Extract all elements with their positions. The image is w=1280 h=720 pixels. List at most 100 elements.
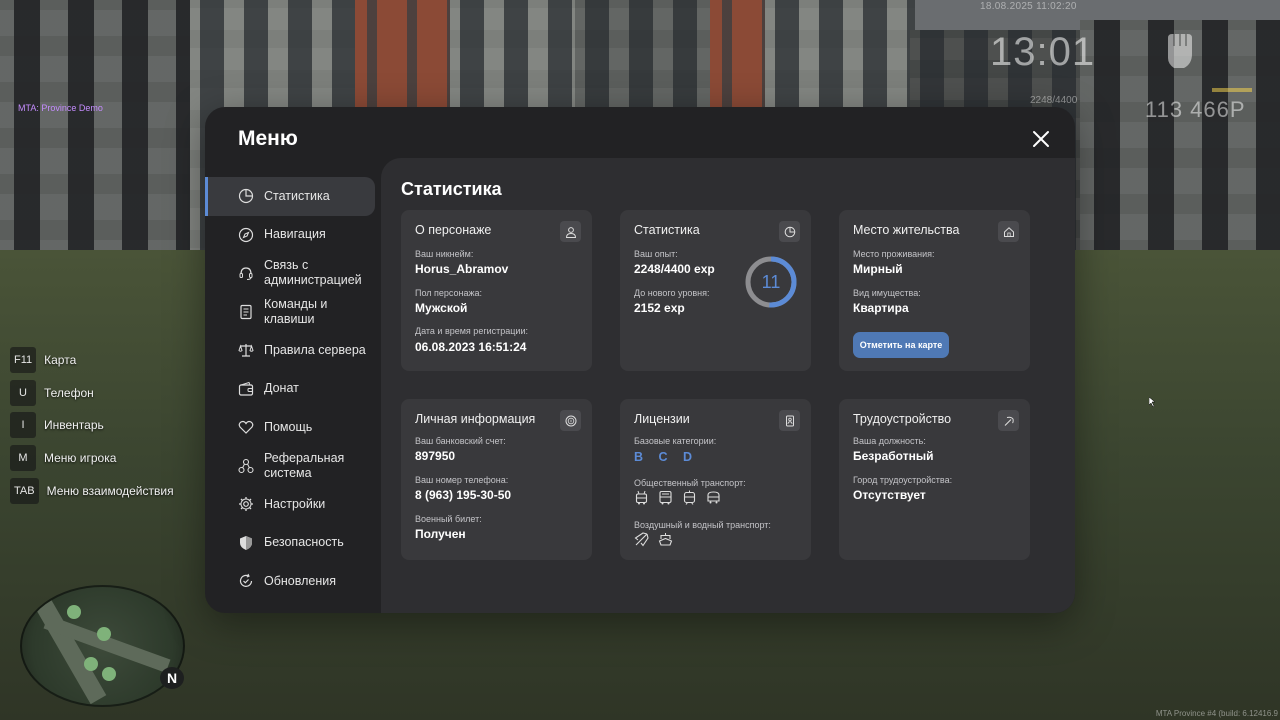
card-title: Личная информация	[415, 412, 536, 426]
keybind-key: I	[10, 412, 36, 439]
commands-icon	[240, 304, 252, 319]
air-water-icons	[634, 532, 673, 547]
position-label: Ваша должность:	[853, 436, 926, 446]
server-label: MTA: Province Demo	[18, 103, 103, 113]
sidebar-item-label: Команды и клавиши	[264, 296, 328, 326]
menu-sidebar: Статистика Навигация Связь с администрац…	[205, 177, 381, 601]
plane-icon	[634, 532, 649, 547]
sidebar-item-rules[interactable]: Правила сервера	[205, 331, 381, 370]
keybind-row: U Телефон	[10, 379, 174, 406]
card-character: О персонаже Ваш никнейм: Horus_Abramov П…	[401, 210, 592, 371]
keybind-key: M	[10, 445, 36, 472]
keybind-label: Карта	[44, 353, 77, 367]
job-city-label: Город трудоустройства:	[853, 475, 953, 485]
house-icon	[998, 221, 1019, 242]
sidebar-item-label: Безопасность	[264, 535, 344, 550]
trolleybus-icon	[635, 490, 648, 505]
menu-title: Меню	[238, 127, 298, 150]
hunger-bar	[1212, 88, 1252, 92]
content-area: Статистика О персонаже Ваш никнейм: Horu…	[381, 158, 1075, 613]
player-menu: Меню Статистика Навигация Связь с админи…	[205, 107, 1075, 613]
sidebar-item-navigation[interactable]: Навигация	[205, 216, 381, 255]
minimap-house-icon	[97, 627, 111, 641]
sidebar-item-label: Навигация	[264, 227, 326, 242]
place-value: Мирный	[853, 262, 903, 276]
fingerprint-icon	[560, 410, 581, 431]
sidebar-item-support[interactable]: Связь с администрацией	[205, 254, 381, 293]
sidebar-item-label: Связь с администрацией	[264, 258, 362, 288]
build-info: MTA Province #4 (build: 6.12416.9	[1155, 709, 1278, 718]
keybind-row: TAB Меню взаимодействия	[10, 477, 174, 504]
next-level-label: До нового уровня:	[634, 288, 710, 298]
close-icon[interactable]	[1029, 127, 1053, 151]
minimap	[20, 585, 185, 707]
gender-value: Мужской	[415, 301, 468, 315]
keybind-row: F11 Карта	[10, 347, 174, 373]
property-label: Вид имущества:	[853, 288, 921, 298]
bus-icon	[659, 490, 672, 505]
sidebar-item-security[interactable]: Безопасность	[205, 524, 381, 563]
boat-icon	[658, 533, 673, 546]
minimap-marker-icon	[67, 605, 81, 619]
exp-value: 2248/4400 exp	[634, 262, 715, 276]
sidebar-item-updates[interactable]: Обновления	[205, 562, 381, 601]
place-label: Место проживания:	[853, 249, 935, 259]
pickaxe-icon	[998, 410, 1019, 431]
sidebar-item-label: Помощь	[264, 419, 313, 434]
user-icon	[560, 221, 581, 242]
card-stats: Статистика Ваш опыт: 2248/4400 exp До но…	[620, 210, 811, 371]
minimap-house-icon	[84, 657, 98, 671]
level-value: 11	[761, 271, 781, 292]
headset-icon	[239, 267, 253, 281]
sidebar-item-commands[interactable]: Команды и клавиши	[205, 293, 381, 332]
card-title: О персонаже	[415, 223, 492, 237]
nickname-value: Horus_Abramov	[415, 262, 509, 276]
sidebar-item-donate[interactable]: Донат	[205, 370, 381, 409]
tram-icon	[683, 490, 696, 505]
card-licenses: Лицензии Базовые категории: B C D Общест…	[620, 399, 811, 560]
stats-icon	[238, 189, 254, 204]
phone-label: Ваш номер телефона:	[415, 475, 509, 485]
hud-datetime: 18.08.2025 11:02:20	[980, 1, 1077, 12]
hud-exp: 2248/4400	[1030, 95, 1078, 106]
gender-label: Пол персонажа:	[415, 288, 483, 298]
card-title: Статистика	[634, 223, 700, 237]
sidebar-item-label: Донат	[264, 381, 299, 396]
registration-label: Дата и время регистрации:	[415, 326, 528, 336]
referral-icon	[238, 458, 254, 473]
sidebar-item-settings[interactable]: Настройки	[205, 485, 381, 524]
keybind-row: M Меню игрока	[10, 445, 174, 472]
phone-value: 8 (963) 195-30-50	[415, 488, 512, 502]
sidebar-item-statistics[interactable]: Статистика	[205, 177, 375, 216]
keybind-hints: F11 Карта U Телефон I Инвентарь M Меню и…	[10, 347, 174, 510]
sidebar-item-label: Настройки	[264, 496, 326, 511]
keybind-label: Телефон	[44, 385, 94, 400]
base-categories-value: B C D	[634, 450, 699, 464]
mark-on-map-button[interactable]: Отметить на карте	[853, 332, 949, 358]
air-water-label: Воздушный и водный транспорт:	[634, 520, 771, 530]
public-transport-icons	[634, 490, 721, 505]
keybind-key: U	[10, 379, 36, 406]
exp-label: Ваш опыт:	[634, 249, 678, 259]
shield-icon	[240, 535, 252, 550]
keybind-row: I Инвентарь	[10, 412, 174, 439]
bank-value: 897950	[415, 449, 456, 463]
sidebar-item-label: Правила сервера	[264, 342, 366, 357]
wallet-icon	[238, 381, 254, 396]
cursor-icon	[1149, 397, 1156, 407]
next-level-value: 2152 exp	[634, 301, 685, 315]
keybind-label: Инвентарь	[44, 418, 104, 433]
card-personal: Личная информация Ваш банковский счет: 8…	[401, 399, 592, 560]
fist-icon	[1168, 34, 1192, 68]
card-title: Трудоустройство	[853, 412, 952, 426]
content-title: Статистика	[401, 179, 502, 199]
license-icon	[779, 410, 800, 431]
military-value: Получен	[415, 527, 466, 541]
sidebar-item-referral[interactable]: Реферальная система	[205, 447, 381, 486]
gear-icon	[239, 497, 253, 512]
sidebar-item-help[interactable]: Помощь	[205, 408, 381, 447]
heart-hand-icon	[238, 421, 254, 435]
property-value: Квартира	[853, 301, 909, 315]
bank-label: Ваш банковский счет:	[415, 436, 506, 446]
sidebar-item-label: Статистика	[264, 188, 330, 203]
